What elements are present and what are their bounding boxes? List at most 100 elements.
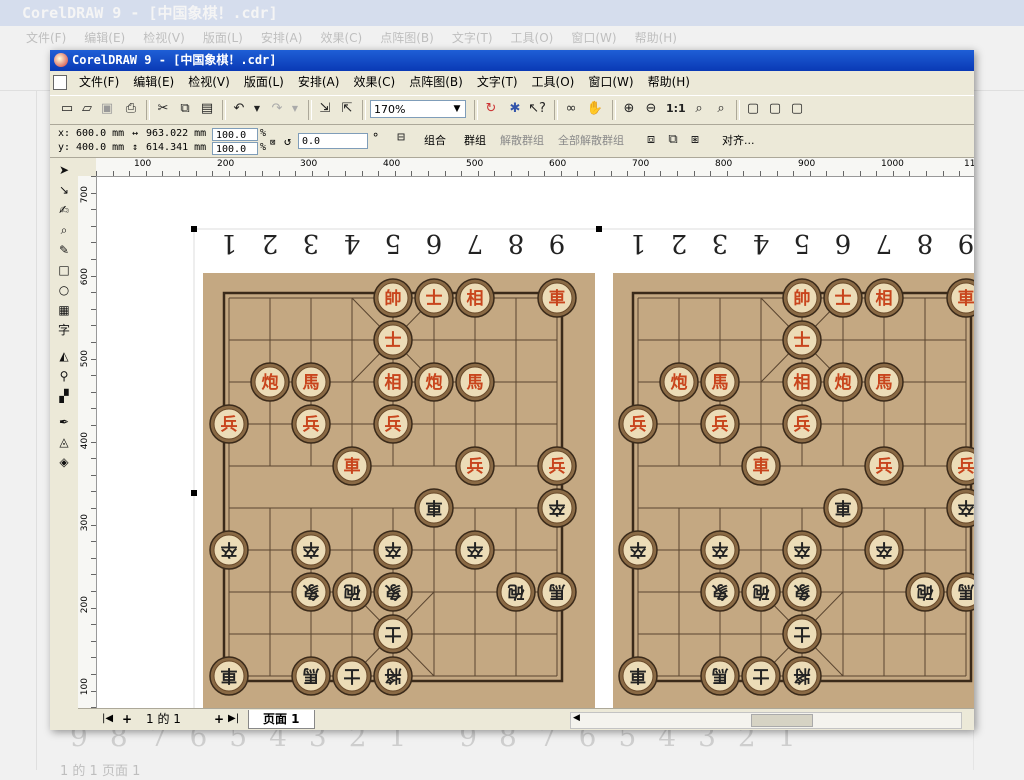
- menu-item-4[interactable]: 安排(A): [261, 31, 303, 45]
- eyedropper-tool-icon[interactable]: ✒: [56, 414, 72, 430]
- scale-x-field[interactable]: 100.0: [212, 128, 258, 141]
- menu-item-8[interactable]: 工具(O): [525, 72, 582, 93]
- outline-tool-icon[interactable]: ◬: [56, 434, 72, 450]
- y-position-value[interactable]: 400.0 mm: [76, 142, 124, 153]
- drawing-canvas[interactable]: 123456789987654321帥士相車士炮馬相炮馬兵兵兵車兵兵車卒卒卒卒卒…: [97, 177, 974, 730]
- ellipse-tool-icon[interactable]: ○: [56, 282, 72, 298]
- scroll-left-icon[interactable]: ◀: [573, 713, 580, 723]
- first-page-icon[interactable]: |◀: [102, 709, 113, 729]
- export-icon[interactable]: ⇱: [338, 100, 356, 118]
- rotation-angle-field[interactable]: 0.0: [298, 133, 368, 149]
- menu-item-10[interactable]: 帮助(H): [635, 31, 677, 45]
- open-icon[interactable]: ▱: [78, 100, 96, 118]
- menu-item-5[interactable]: 效果(C): [346, 72, 402, 93]
- fill-tool-icon[interactable]: ◈: [56, 454, 72, 470]
- zoom-in-icon[interactable]: ⊕: [620, 100, 638, 118]
- x-position-value[interactable]: 600.0 mm: [76, 128, 124, 139]
- menu-item-0[interactable]: 文件(F): [72, 72, 126, 93]
- undo-icon[interactable]: ↶: [230, 100, 248, 118]
- menu-item-2[interactable]: 检视(V): [143, 31, 185, 45]
- menu-item-1[interactable]: 编辑(E): [84, 31, 125, 45]
- save-icon[interactable]: ▣: [98, 100, 116, 118]
- zoom-width-icon[interactable]: ▢: [766, 100, 784, 118]
- redo-dropdown-icon[interactable]: ▼: [286, 100, 304, 118]
- menu-item-4[interactable]: 安排(A): [291, 72, 347, 93]
- scroll-thumb[interactable]: [751, 714, 813, 727]
- add-page-after-icon[interactable]: +: [214, 709, 224, 729]
- menu-item-9[interactable]: 窗口(W): [581, 72, 640, 93]
- menu-item-1[interactable]: 编辑(E): [126, 72, 181, 93]
- graph-paper-tool-icon[interactable]: ▦: [56, 302, 72, 318]
- menu-item-8[interactable]: 工具(O): [511, 31, 554, 45]
- lock-ratio-icon[interactable]: ⊠: [270, 138, 275, 148]
- weld-icon[interactable]: ⧉: [664, 131, 682, 149]
- whats-this-icon[interactable]: ↖?: [528, 100, 546, 118]
- redo-icon[interactable]: ↷: [268, 100, 286, 118]
- menu-item-10[interactable]: 帮助(H): [641, 72, 697, 93]
- zoom-out-icon[interactable]: ⊖: [642, 100, 660, 118]
- menu-item-5[interactable]: 效果(C): [320, 31, 362, 45]
- zoom-tool-icon[interactable]: ⌕: [56, 222, 72, 238]
- file-number: 8: [508, 228, 525, 258]
- zoom-dropdown-icon[interactable]: ▼: [450, 101, 464, 117]
- rectangle-tool-icon[interactable]: □: [56, 262, 72, 278]
- align-button[interactable]: 对齐...: [722, 132, 755, 148]
- height-value[interactable]: 614.341 mm: [146, 142, 206, 153]
- undo-dropdown-icon[interactable]: ▼: [248, 100, 266, 118]
- menu-item-3[interactable]: 版面(L): [203, 31, 243, 45]
- trim-icon[interactable]: ⧆: [686, 131, 704, 149]
- piece-label: 兵: [385, 414, 402, 435]
- print-icon[interactable]: ⎙: [122, 100, 140, 118]
- black-piece: 士: [741, 656, 781, 696]
- menu-item-6[interactable]: 点阵图(B): [380, 31, 434, 45]
- width-value[interactable]: 963.022 mm: [146, 128, 206, 139]
- application-launcher-icon[interactable]: ✱: [506, 100, 524, 118]
- zoom-selected-icon[interactable]: ⌕: [690, 100, 708, 118]
- mirror-horizontal-icon[interactable]: ⊟: [392, 129, 410, 147]
- red-piece: 炮: [659, 362, 699, 402]
- import-icon[interactable]: ⇲: [316, 100, 334, 118]
- corel-online-icon[interactable]: ↻: [482, 100, 500, 118]
- menu-item-6[interactable]: 点阵图(B): [402, 72, 470, 93]
- shape-tool-icon[interactable]: ↘: [56, 182, 72, 198]
- ungroup-button[interactable]: 群组: [464, 132, 486, 148]
- combine-icon[interactable]: ⧈: [642, 131, 660, 149]
- menu-item-0[interactable]: 文件(F): [26, 31, 66, 45]
- zoom-all-icon[interactable]: ⌕: [712, 100, 730, 118]
- hand-icon[interactable]: ✋: [586, 100, 604, 118]
- menu-item-3[interactable]: 版面(L): [237, 72, 291, 93]
- actual-size-icon[interactable]: 1:1: [666, 100, 686, 118]
- freehand-tool-icon[interactable]: ✎: [56, 242, 72, 258]
- ruler-origin[interactable]: [78, 158, 97, 177]
- menu-item-7[interactable]: 文字(T): [470, 72, 525, 93]
- scale-y-field[interactable]: 100.0: [212, 142, 258, 155]
- zoom-height-icon[interactable]: ▢: [788, 100, 806, 118]
- blend-tool-icon[interactable]: ⚲: [56, 368, 72, 384]
- interactive-fill-icon[interactable]: ◭: [56, 348, 72, 364]
- text-tool-icon[interactable]: 字: [56, 322, 72, 338]
- document-icon[interactable]: [53, 75, 67, 90]
- ungroup-all-button[interactable]: 全部解散群组: [558, 132, 624, 148]
- knife-tool-icon[interactable]: ✍: [56, 202, 72, 218]
- last-page-icon[interactable]: ▶|: [228, 709, 239, 729]
- transparency-tool-icon[interactable]: ▞: [56, 388, 72, 404]
- vertical-ruler[interactable]: 700 600 500 400 300 200 100: [78, 176, 97, 709]
- menu-item-9[interactable]: 窗口(W): [571, 31, 616, 45]
- new-icon[interactable]: ▭: [58, 100, 76, 118]
- cut-icon[interactable]: ✂: [154, 100, 172, 118]
- horizontal-scrollbar[interactable]: ◀: [570, 712, 962, 729]
- pick-tool-icon[interactable]: ➤: [56, 162, 72, 178]
- break-apart-button[interactable]: 解散群组: [500, 132, 544, 148]
- title-bar[interactable]: CorelDRAW 9 - [中国象棋！.cdr]: [50, 50, 974, 71]
- zoom-page-icon[interactable]: ▢: [744, 100, 762, 118]
- standard-toolbar: ▭ ▱ ▣ ⎙ ✂ ⧉ ▤ ↶ ▼ ↷ ▼ ⇲ ⇱ 170% ▼ ↻ ✱ ↖? …: [50, 95, 974, 125]
- binoculars-icon[interactable]: ∞: [562, 100, 580, 118]
- page-tab[interactable]: 页面 1: [248, 710, 315, 729]
- group-button[interactable]: 组合: [424, 132, 446, 148]
- copy-icon[interactable]: ⧉: [176, 100, 194, 118]
- menu-item-2[interactable]: 检视(V): [181, 72, 237, 93]
- horizontal-ruler[interactable]: 100 200 300 400 500 600 700 800 900 1000 1100: [96, 158, 974, 177]
- menu-item-7[interactable]: 文字(T): [452, 31, 493, 45]
- paste-icon[interactable]: ▤: [198, 100, 216, 118]
- add-page-before-icon[interactable]: +: [122, 709, 132, 729]
